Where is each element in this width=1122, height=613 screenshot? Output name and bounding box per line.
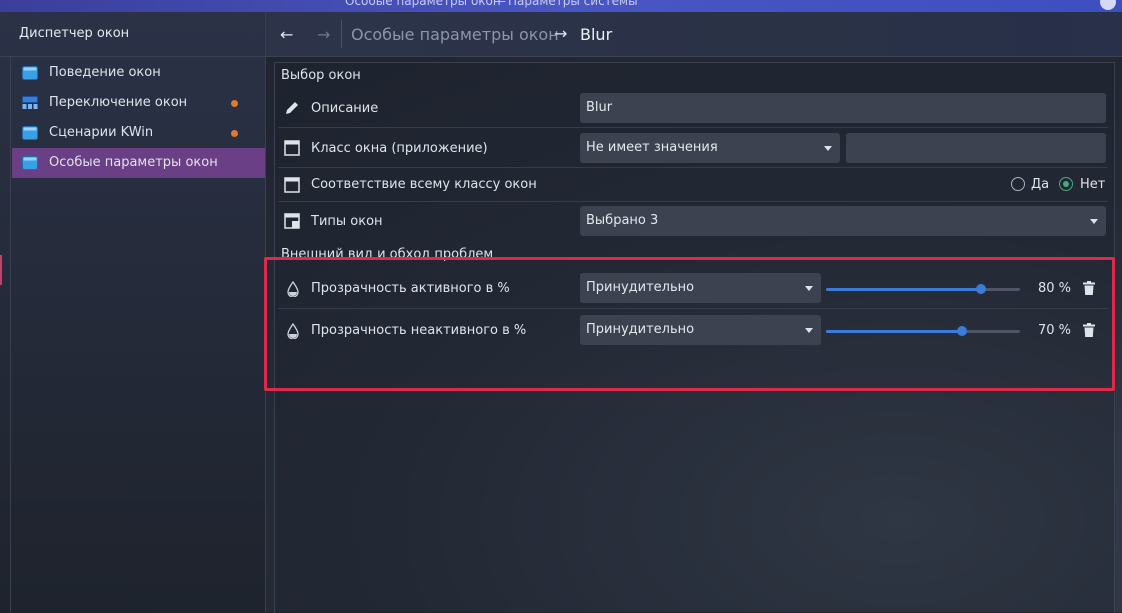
window-class-label: Класс окна (приложение)	[311, 141, 488, 156]
sidebar-item-label: Особые параметры окон	[49, 155, 218, 170]
match-whole-no-label[interactable]: Нет	[1080, 177, 1105, 192]
notification-dot	[231, 130, 238, 137]
window-types-value: Выбрано 3	[586, 213, 659, 228]
match-whole-no-radio[interactable]	[1059, 177, 1073, 191]
window-class-match-combo[interactable]: Не имеет значения	[580, 133, 840, 163]
close-window-button[interactable]	[1100, 0, 1116, 10]
pencil-icon	[286, 102, 298, 114]
page-header: ← → Особые параметры окон → Blur	[266, 12, 1122, 57]
sidebar-header: Диспетчер окон	[0, 12, 265, 57]
window-class-input[interactable]	[846, 133, 1106, 163]
window-types-combo[interactable]: Выбрано 3	[580, 206, 1106, 236]
sidebar-item-window-behavior[interactable]: Поведение окон	[12, 58, 265, 88]
sidebar-item-window-rules[interactable]: Особые параметры окон	[12, 148, 265, 178]
sidebar: Диспетчер окон Поведение окон Переключен…	[0, 12, 266, 612]
chevron-down-icon	[824, 146, 832, 151]
sidebar-edge-marker	[0, 255, 2, 285]
window-titlebar: Особые параметры окон — Параметры систем…	[0, 0, 1122, 12]
breadcrumb-parent[interactable]: Особые параметры окон	[351, 25, 559, 44]
window-types-label: Типы окон	[311, 214, 383, 229]
window-title-left: Особые параметры окон	[345, 0, 501, 8]
sidebar-item-task-switcher[interactable]: Переключение окон	[12, 88, 265, 118]
sidebar-item-label: Поведение окон	[49, 65, 161, 80]
sidebar-item-label: Сценарии KWin	[49, 125, 154, 140]
window-icon	[284, 177, 300, 193]
description-label: Описание	[311, 101, 379, 116]
match-whole-class-label: Соответствие всему классу окон	[311, 177, 537, 192]
window-behavior-icon	[22, 66, 38, 80]
description-input[interactable]: Blur	[580, 93, 1106, 123]
back-arrow-icon[interactable]: ←	[280, 25, 293, 44]
notification-dot	[231, 100, 238, 107]
window-title-separator: —	[494, 0, 506, 8]
forward-arrow-icon[interactable]: →	[317, 25, 330, 44]
breadcrumb-arrow-icon: →	[554, 24, 568, 43]
chevron-down-icon	[1090, 219, 1098, 224]
section-title-window-selection: Выбор окон	[281, 68, 361, 83]
task-switcher-icon	[22, 96, 38, 109]
sidebar-list: Поведение окон Переключение окон Сценари…	[12, 58, 265, 178]
breadcrumb-current: Blur	[580, 25, 613, 44]
kwin-scripts-icon	[22, 126, 38, 140]
window-rules-icon	[22, 156, 38, 170]
match-whole-yes-radio[interactable]	[1011, 177, 1025, 191]
window-class-match-value: Не имеет значения	[586, 140, 718, 155]
window-title-right: Параметры системы	[508, 0, 638, 8]
sidebar-item-kwin-scripts[interactable]: Сценарии KWin	[12, 118, 265, 148]
window-icon	[284, 140, 300, 156]
sidebar-item-label: Переключение окон	[49, 95, 188, 110]
highlight-frame	[264, 257, 1115, 391]
match-whole-yes-label[interactable]: Да	[1031, 177, 1049, 192]
window-types-icon	[284, 213, 300, 229]
